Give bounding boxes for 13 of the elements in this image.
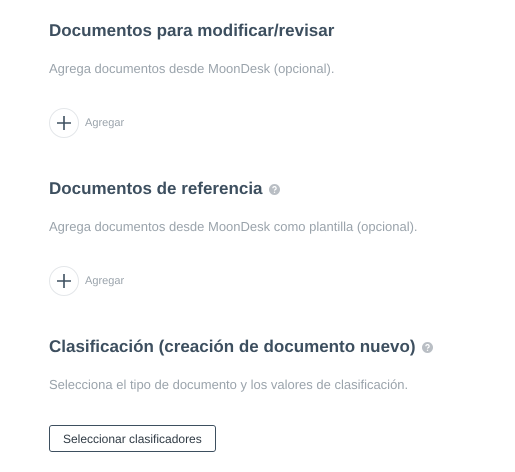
add-link[interactable]: Agregar — [85, 117, 124, 129]
select-classifiers-button[interactable]: Seleccionar clasificadores — [49, 425, 216, 452]
section-description: Agrega documentos desde MoonDesk (opcional). — [49, 60, 334, 78]
plus-icon[interactable] — [57, 274, 71, 288]
section-title: Documentos para modificar/revisar — [49, 21, 334, 41]
add-button[interactable] — [49, 266, 79, 296]
section-description: Agrega documentos desde MoonDesk como plantilla (opcional). — [49, 218, 418, 236]
section-title: Documentos de referencia — [49, 179, 263, 199]
add-link[interactable]: Agregar — [85, 275, 124, 287]
plus-icon[interactable] — [57, 116, 71, 130]
section-title: Clasificación (creación de documento nuevo) — [49, 337, 416, 357]
section-description: Selecciona el tipo de documento y los valores de clasificación. — [49, 376, 408, 394]
add-button[interactable] — [49, 108, 79, 138]
